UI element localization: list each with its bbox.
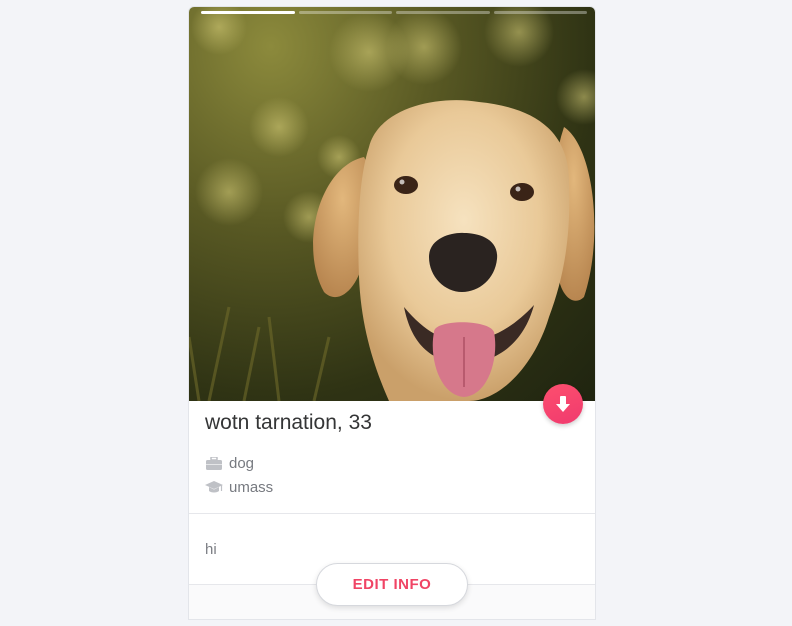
collapse-profile-button[interactable] <box>543 384 583 424</box>
profile-photo[interactable] <box>189 7 595 401</box>
photo-progress-bar <box>201 11 587 14</box>
photo-indicator-3[interactable] <box>396 11 490 14</box>
graduation-cap-icon <box>205 481 223 495</box>
profile-card: wotn tarnation, 33 dog umass hi <box>188 6 596 620</box>
edit-info-button[interactable]: EDIT INFO <box>316 563 468 606</box>
job-row: dog <box>205 455 254 472</box>
profile-name-age: wotn tarnation, 33 <box>205 411 372 434</box>
bio-text: hi <box>205 541 217 558</box>
school-text: umass <box>229 479 274 496</box>
briefcase-icon <box>205 457 223 471</box>
photo-indicator-1[interactable] <box>201 11 295 14</box>
school-row: umass <box>205 479 273 496</box>
info-divider <box>189 513 595 514</box>
photo-indicator-2[interactable] <box>298 11 392 14</box>
job-text: dog <box>229 455 255 472</box>
dog-photo-image <box>189 7 595 401</box>
arrow-down-icon <box>556 396 570 412</box>
photo-indicator-4[interactable] <box>493 11 587 14</box>
